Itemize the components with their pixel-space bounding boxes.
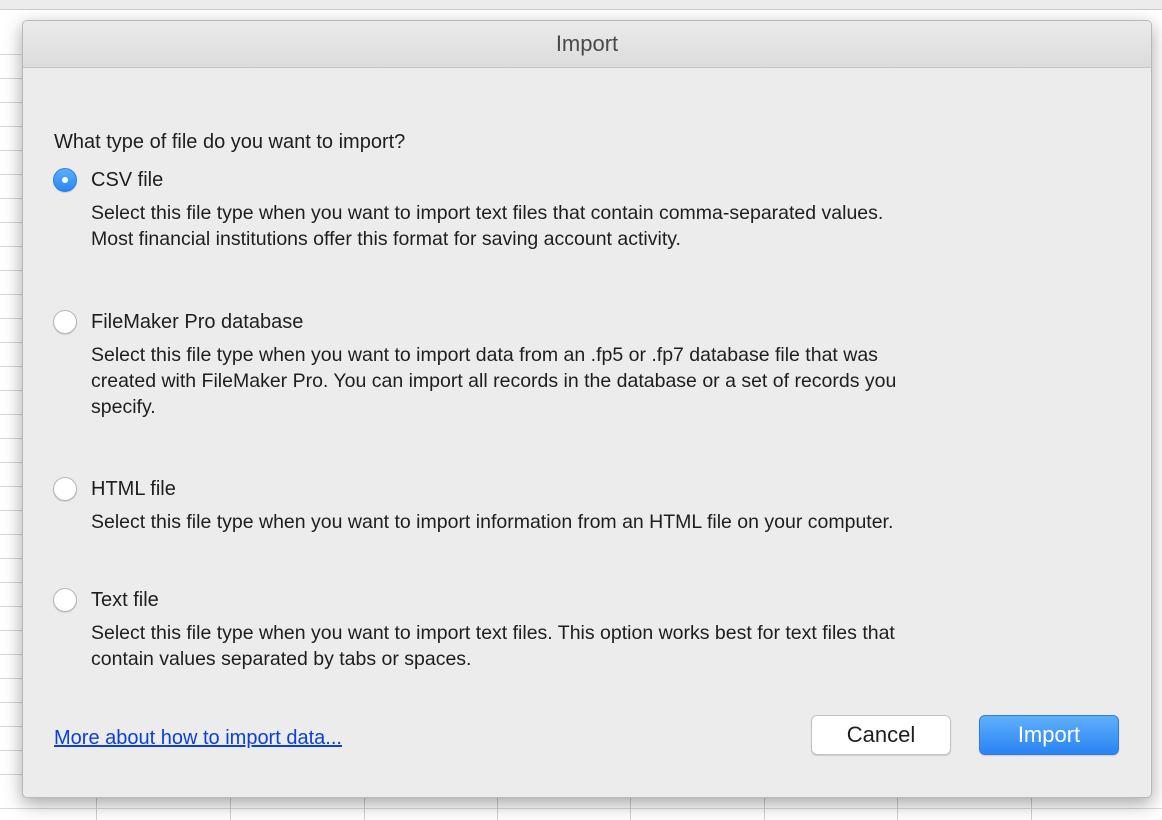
grid-line: [0, 582, 22, 583]
filemaker-pro-database-radio[interactable]: [53, 310, 77, 334]
grid-line: [0, 366, 22, 367]
description-line: Most financial institutions offer this f…: [91, 228, 681, 250]
description-line: contain values separated by tabs or spac…: [91, 648, 472, 670]
text-file-radio[interactable]: [53, 588, 77, 612]
grid-line: [0, 558, 22, 559]
grid-line: [0, 294, 22, 295]
grid-line: [0, 774, 22, 775]
description-line: Select this file type when you want to i…: [91, 622, 895, 644]
text-file-description: Select this file type when you want to i…: [91, 620, 1141, 672]
cancel-button[interactable]: Cancel: [811, 715, 951, 755]
html-file-label[interactable]: HTML file: [91, 477, 176, 501]
description-line: specify.: [91, 396, 156, 418]
grid-line: [0, 102, 22, 103]
description-line: Select this file type when you want to i…: [91, 344, 878, 366]
grid-line: [0, 726, 22, 727]
description-line: Select this file type when you want to i…: [91, 202, 884, 224]
grid-line: [0, 606, 22, 607]
html-file-description: Select this file type when you want to i…: [91, 509, 1141, 535]
grid-line: [0, 342, 22, 343]
csv-file-radio[interactable]: [53, 168, 77, 192]
grid-line: [0, 174, 22, 175]
filemaker-pro-database-description: Select this file type when you want to i…: [91, 342, 1141, 420]
grid-line: [0, 678, 22, 679]
filemaker-pro-database-label[interactable]: FileMaker Pro database: [91, 310, 303, 334]
grid-line: [0, 534, 22, 535]
csv-file-description: Select this file type when you want to i…: [91, 200, 1141, 252]
grid-line: [0, 438, 22, 439]
grid-line: [0, 702, 22, 703]
grid-line: [0, 808, 1162, 809]
import-help-link[interactable]: More about how to import data...: [54, 727, 342, 750]
csv-file-label[interactable]: CSV file: [91, 168, 163, 192]
grid-line: [0, 486, 22, 487]
grid-line: [0, 198, 22, 199]
grid-line: [0, 318, 22, 319]
grid-line: [0, 222, 22, 223]
grid-line: [0, 750, 22, 751]
html-file-radio[interactable]: [53, 477, 77, 501]
grid-line: [0, 150, 22, 151]
grid-line: [0, 246, 22, 247]
grid-line: [0, 654, 22, 655]
grid-line: [0, 54, 22, 55]
grid-line: [0, 78, 22, 79]
dialog-title: Import: [555, 31, 619, 56]
background-toolbar-edge: [0, 0, 1162, 10]
grid-line: [0, 390, 22, 391]
grid-line: [0, 630, 22, 631]
text-file-label[interactable]: Text file: [91, 588, 159, 612]
grid-line: [0, 510, 22, 511]
description-line: Select this file type when you want to i…: [91, 511, 894, 533]
grid-line: [0, 270, 22, 271]
file-type-question: What type of file do you want to import?: [54, 131, 406, 153]
dialog-titlebar[interactable]: Import: [23, 21, 1151, 68]
description-line: created with FileMaker Pro. You can impo…: [91, 370, 897, 392]
import-button[interactable]: Import: [979, 715, 1119, 755]
grid-line: [0, 414, 22, 415]
import-dialog: Import What type of file do you want to …: [22, 20, 1152, 798]
grid-line: [0, 126, 22, 127]
grid-line: [0, 462, 22, 463]
